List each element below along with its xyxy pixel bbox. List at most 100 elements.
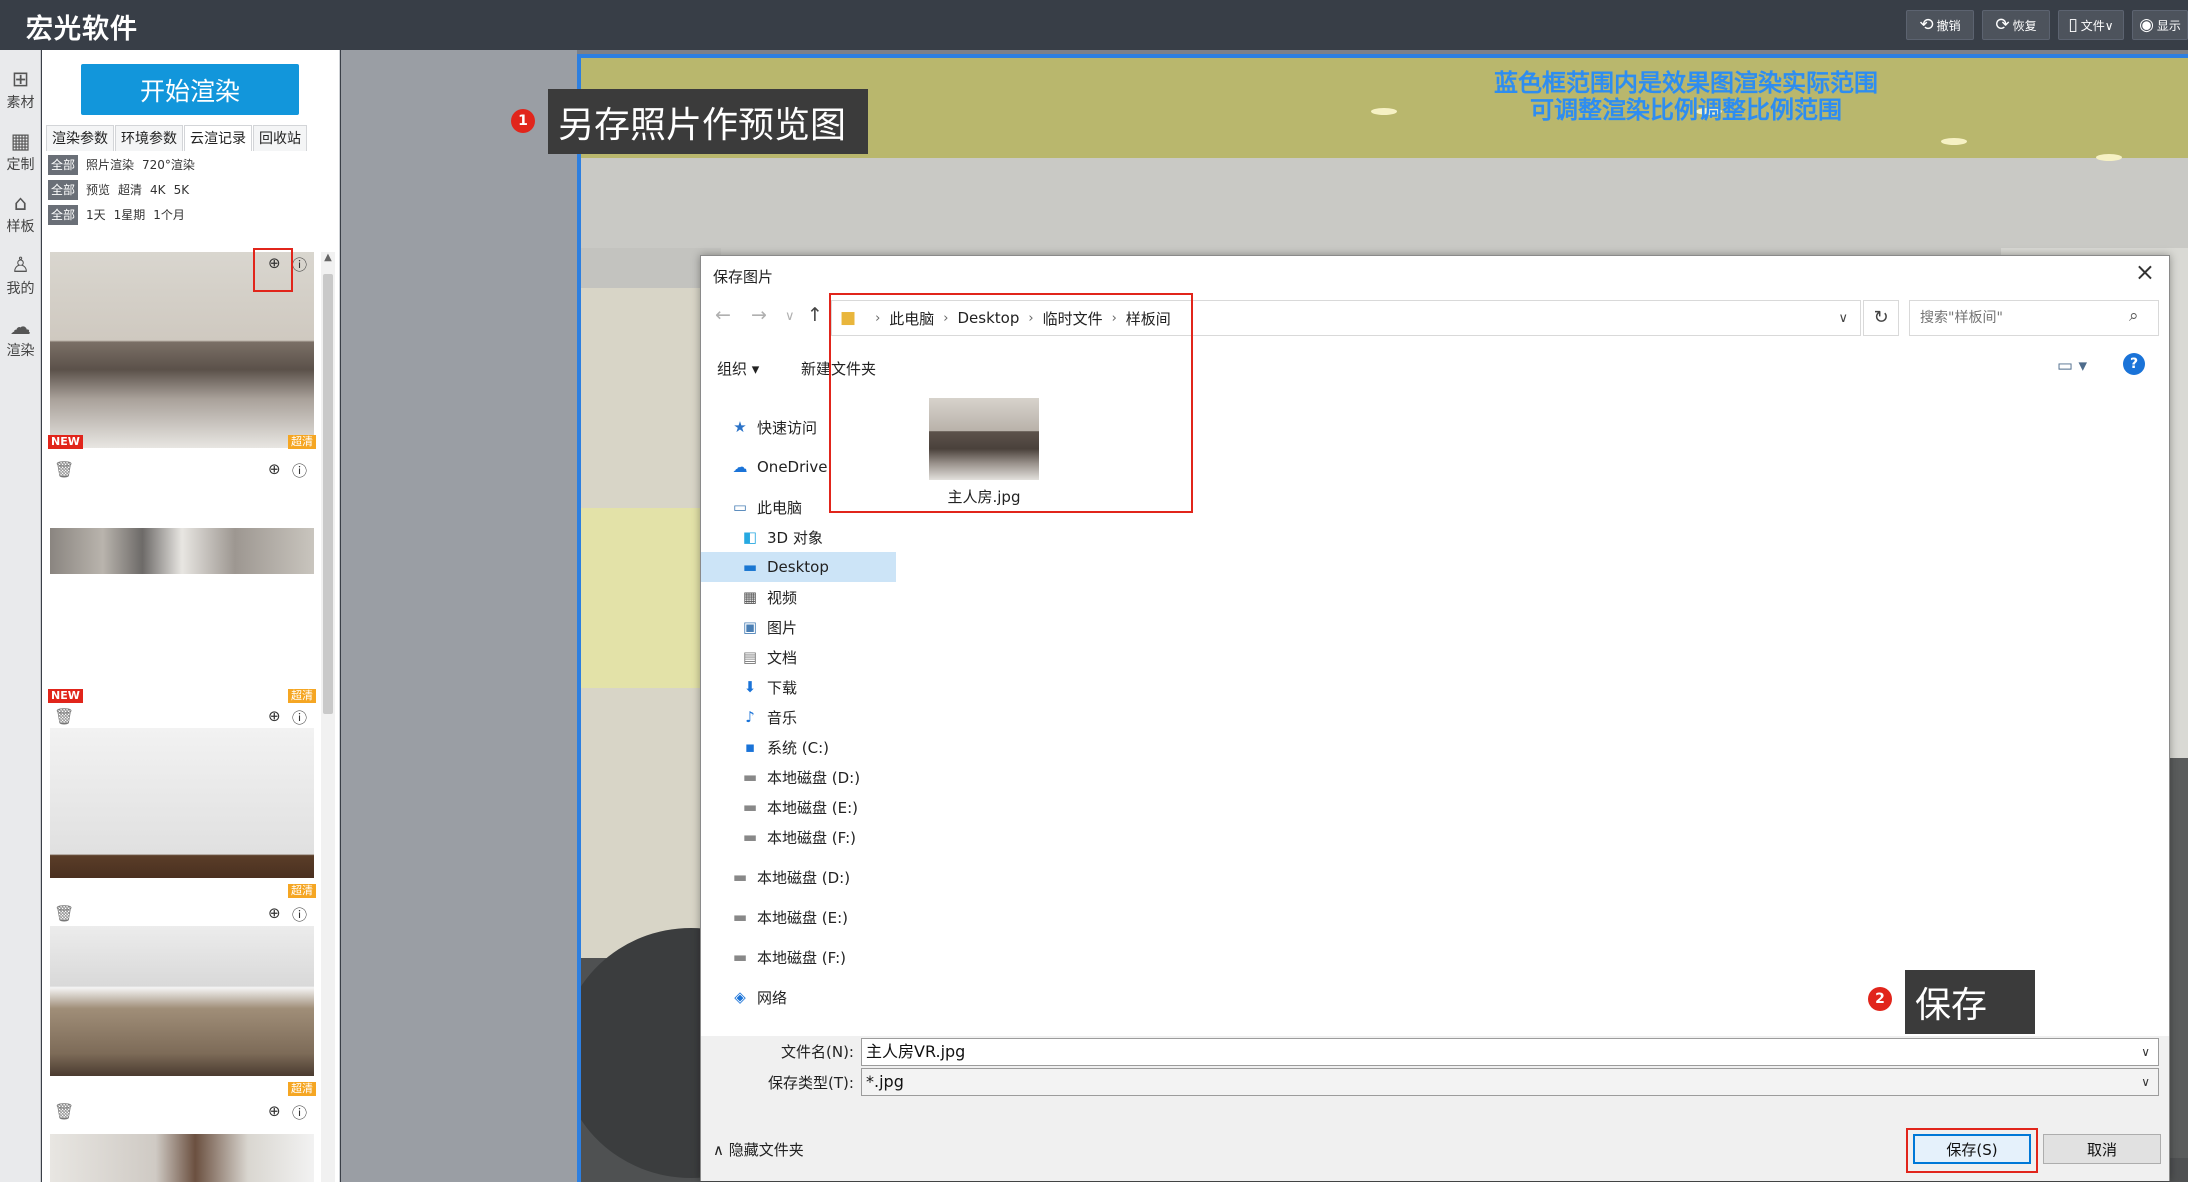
file-menu-button[interactable]: ▯ 文件∨ bbox=[2058, 10, 2124, 40]
info-icon[interactable]: ⓘ bbox=[292, 1102, 307, 1123]
recent-chevron-icon[interactable]: ∨ bbox=[785, 309, 795, 324]
filename-input[interactable]: 主人房VR.jpg ∨ bbox=[861, 1038, 2159, 1066]
filter-option[interactable]: 照片渲染 bbox=[86, 155, 134, 175]
view-options-icon[interactable]: ▭ ▾ bbox=[2057, 356, 2087, 376]
info-icon[interactable]: ⓘ bbox=[292, 707, 307, 728]
search-input[interactable] bbox=[1909, 300, 2159, 336]
eye-icon: ◉ bbox=[2139, 15, 2154, 35]
video-icon: ▦ bbox=[742, 588, 758, 606]
tree-item-drive-c[interactable]: ▪ 系统 (C:) bbox=[741, 732, 829, 762]
tab-cloud-records[interactable]: 云渲记录 bbox=[184, 125, 252, 151]
download-icon[interactable]: ⊕ bbox=[268, 1102, 281, 1120]
chevron-down-icon[interactable]: ∨ bbox=[2141, 1069, 2150, 1095]
render-record-list: 🗑 ⊕ ⓘ NEW 超清 🗑 ⊕ ⓘ NEW 超清 🗑 ⊕ ⓘ 超清 🗑 ⊕ ⓘ… bbox=[48, 252, 318, 1182]
picture-icon: ▣ bbox=[742, 618, 758, 636]
network-icon: ◈ bbox=[734, 988, 746, 1006]
tree-item-documents[interactable]: ▤ 文档 bbox=[741, 642, 797, 672]
filter-option[interactable]: 720°渲染 bbox=[142, 155, 195, 175]
download-icon[interactable]: ⊕ bbox=[268, 904, 281, 922]
filter-option[interactable]: 1个月 bbox=[153, 205, 185, 225]
rail-item-material[interactable]: ⊞ 素材 bbox=[0, 60, 41, 118]
filter-option[interactable]: 预览 bbox=[86, 180, 110, 200]
save-image-dialog: 保存图片 × ← → ∨ ↑ ■ › 此电脑 › Desktop › 临时文件 … bbox=[700, 255, 2170, 1181]
drive-icon: ▬ bbox=[732, 868, 748, 886]
chevron-up-icon: ∧ bbox=[713, 1141, 724, 1159]
tab-env-params[interactable]: 环境参数 bbox=[115, 125, 183, 151]
filter-option[interactable]: 1星期 bbox=[114, 205, 146, 225]
tree-item-drive-e[interactable]: ▬ 本地磁盘 (E:) bbox=[731, 902, 848, 932]
tree-item-this-pc[interactable]: ▭ 此电脑 bbox=[731, 492, 802, 522]
windows-drive-icon: ▪ bbox=[744, 738, 756, 756]
rail-item-template[interactable]: ⌂ 样板 bbox=[0, 184, 41, 242]
redo-button[interactable]: ⟳ 恢复 bbox=[1982, 10, 2050, 40]
new-badge: NEW bbox=[48, 689, 83, 703]
render-thumbnail[interactable] bbox=[50, 926, 314, 1076]
filetype-select[interactable]: *.jpg ∨ bbox=[861, 1068, 2159, 1096]
cancel-button[interactable]: 取消 bbox=[2043, 1134, 2161, 1164]
tree-item-pictures[interactable]: ▣ 图片 bbox=[741, 612, 797, 642]
tree-item-quick-access[interactable]: ★ 快速访问 bbox=[731, 412, 817, 442]
filter-all[interactable]: 全部 bbox=[48, 180, 79, 200]
download-icon[interactable]: ⊕ bbox=[268, 460, 281, 478]
info-icon[interactable]: ⓘ bbox=[292, 460, 307, 481]
forward-arrow-icon[interactable]: → bbox=[751, 304, 767, 326]
info-icon[interactable]: ⓘ bbox=[292, 904, 307, 925]
close-icon[interactable]: × bbox=[2135, 258, 2155, 286]
tree-item-network[interactable]: ◈ 网络 bbox=[731, 982, 787, 1012]
callout-save-preview: 另存照片作预览图 bbox=[548, 89, 868, 154]
trash-icon[interactable]: 🗑 bbox=[54, 1102, 74, 1121]
tree-item-3d-objects[interactable]: ◧ 3D 对象 bbox=[741, 522, 823, 552]
hide-folders-toggle[interactable]: ∧ 隐藏文件夹 bbox=[713, 1139, 804, 1160]
tree-item-drive-f[interactable]: ▬ 本地磁盘 (F:) bbox=[731, 942, 846, 972]
rail-item-mine[interactable]: ♙ 我的 bbox=[0, 246, 41, 304]
filter-all[interactable]: 全部 bbox=[48, 155, 79, 175]
dialog-title: 保存图片 bbox=[713, 268, 774, 286]
tree-item-videos[interactable]: ▦ 视频 bbox=[741, 582, 797, 612]
search-icon: ⌕ bbox=[2129, 306, 2139, 326]
tree-item-drive-e[interactable]: ▬ 本地磁盘 (E:) bbox=[741, 792, 858, 822]
hd-badge: 超清 bbox=[288, 1082, 316, 1096]
tree-item-drive-d[interactable]: ▬ 本地磁盘 (D:) bbox=[731, 862, 850, 892]
organize-button[interactable]: 组织 ▾ bbox=[717, 358, 759, 379]
download-icon[interactable]: ⊕ bbox=[268, 707, 281, 725]
chevron-down-icon[interactable]: ∨ bbox=[1838, 311, 1848, 326]
trash-icon[interactable]: 🗑 bbox=[54, 707, 74, 726]
tree-item-drive-d[interactable]: ▬ 本地磁盘 (D:) bbox=[741, 762, 860, 792]
trash-icon[interactable]: 🗑 bbox=[54, 460, 74, 479]
tree-item-drive-f[interactable]: ▬ 本地磁盘 (F:) bbox=[741, 822, 856, 852]
render-thumbnail[interactable] bbox=[50, 528, 314, 574]
tree-item-desktop[interactable]: ▬ Desktop bbox=[701, 552, 896, 582]
info-icon[interactable]: ⓘ bbox=[292, 254, 307, 275]
help-icon[interactable]: ? bbox=[2123, 353, 2145, 375]
scroll-up-icon[interactable]: ▲ bbox=[321, 252, 335, 270]
chevron-down-icon[interactable]: ∨ bbox=[2141, 1039, 2150, 1065]
filter-option[interactable]: 5K bbox=[174, 180, 190, 200]
tree-item-downloads[interactable]: ⬇ 下载 bbox=[741, 672, 797, 702]
rail-item-render[interactable]: ☁ 渲染 bbox=[0, 308, 41, 366]
filter-option[interactable]: 超清 bbox=[118, 180, 142, 200]
filter-all[interactable]: 全部 bbox=[48, 205, 79, 225]
up-arrow-icon[interactable]: ↑ bbox=[807, 304, 823, 326]
drive-icon: ▬ bbox=[732, 908, 748, 926]
refresh-icon[interactable]: ↻ bbox=[1863, 300, 1899, 336]
display-button[interactable]: ◉ 显示 bbox=[2132, 10, 2188, 40]
tree-item-onedrive[interactable]: ☁ OneDrive bbox=[731, 452, 828, 482]
back-arrow-icon[interactable]: ← bbox=[715, 304, 731, 326]
rail-item-custom[interactable]: ▦ 定制 bbox=[0, 122, 41, 180]
scroll-thumb[interactable] bbox=[323, 274, 333, 714]
tab-render-params[interactable]: 渲染参数 bbox=[46, 125, 114, 151]
download-icon: ⬇ bbox=[743, 678, 757, 696]
panel-scrollbar[interactable]: ▲ bbox=[321, 252, 335, 1182]
user-icon: ♙ bbox=[11, 253, 30, 277]
start-render-button[interactable]: 开始渲染 bbox=[81, 64, 299, 115]
undo-button[interactable]: ⟲ 撤销 bbox=[1906, 10, 1974, 40]
trash-icon[interactable]: 🗑 bbox=[54, 904, 74, 923]
filter-option[interactable]: 1天 bbox=[86, 205, 106, 225]
filter-option[interactable]: 4K bbox=[150, 180, 166, 200]
tree-item-music[interactable]: ♪ 音乐 bbox=[741, 702, 797, 732]
filetype-label: 保存类型(T): bbox=[768, 1074, 854, 1092]
filter-quality: 全部 预览 超清 4K 5K bbox=[48, 180, 189, 200]
render-thumbnail[interactable] bbox=[50, 728, 314, 878]
tab-recycle-bin[interactable]: 回收站 bbox=[253, 125, 307, 151]
render-thumbnail[interactable] bbox=[50, 1134, 314, 1182]
